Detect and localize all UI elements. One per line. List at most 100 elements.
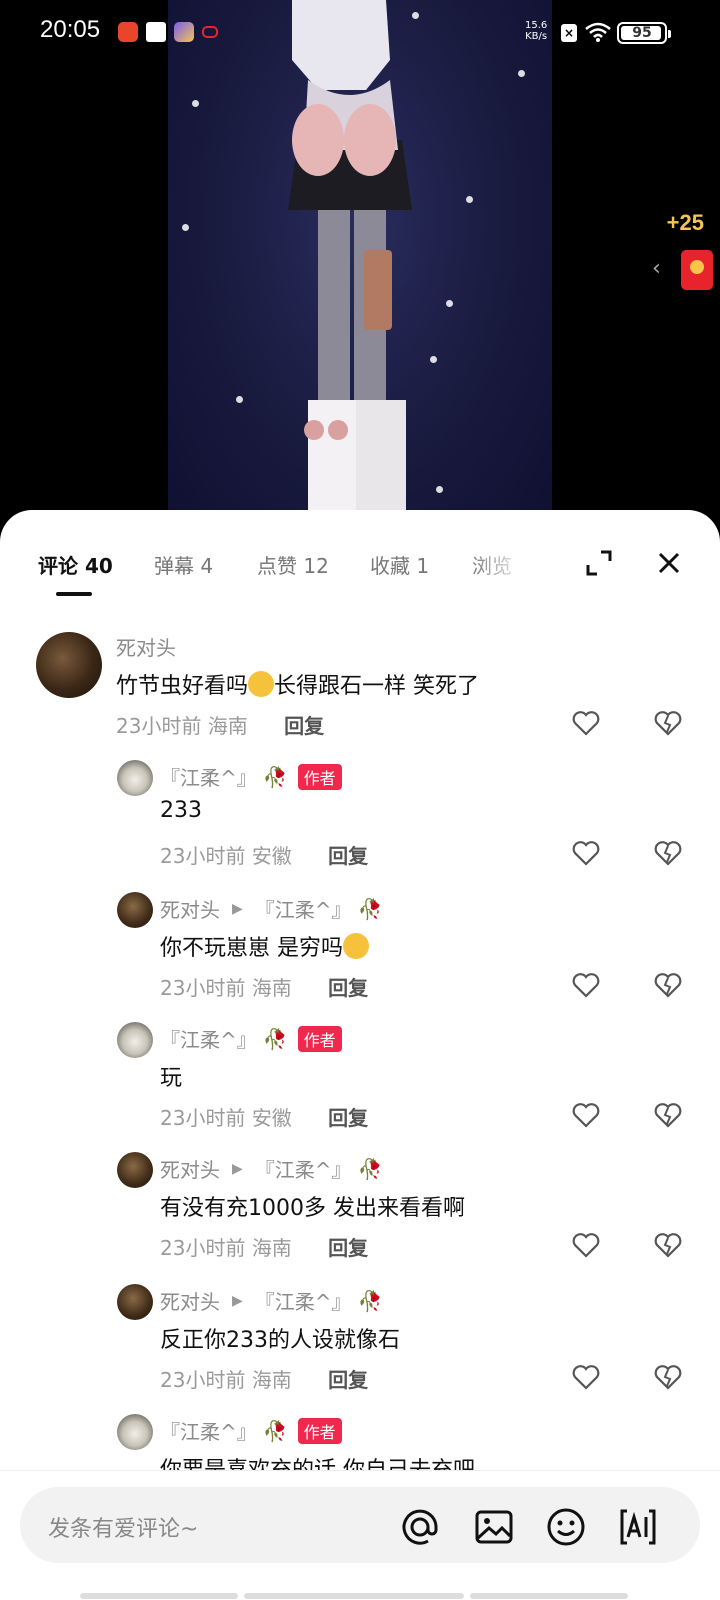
comment-text-part: 你不玩崽崽 是穷吗 — [160, 936, 343, 961]
battery-icon: 95 — [617, 22, 671, 44]
video-player[interactable]: 20:05 15.6 KB/s × 95 +25 ‹ — [0, 0, 720, 540]
comment-time: 23小时前 — [116, 714, 202, 738]
reward-counter[interactable]: +25 — [667, 210, 704, 236]
author-name[interactable]: 死对头 — [160, 1286, 220, 1315]
ai-icon[interactable] — [618, 1507, 658, 1547]
broken-heart-icon[interactable] — [654, 840, 682, 866]
author-name[interactable]: 『江柔^』 — [160, 762, 257, 791]
character-figure — [288, 0, 412, 510]
avatar[interactable] — [36, 632, 102, 698]
comment-time: 23小时前 — [160, 1236, 246, 1260]
app-notification-icon — [118, 22, 138, 42]
comment-location: 安徽 — [251, 844, 292, 868]
tab-likes[interactable]: 点赞 12 — [257, 550, 329, 579]
avatar[interactable] — [117, 1152, 153, 1188]
mention-icon[interactable] — [400, 1507, 440, 1547]
comment-meta: 23小时前 海南 回复 — [160, 972, 368, 1001]
comment-text: 玩 — [160, 1066, 183, 1091]
comment-location: 海南 — [251, 976, 292, 1000]
heart-icon[interactable] — [572, 1102, 600, 1128]
author-name[interactable]: 『江柔^』 — [160, 1416, 257, 1445]
heart-icon[interactable] — [572, 710, 600, 736]
broken-heart-icon[interactable] — [654, 972, 682, 998]
reply-to-name[interactable]: 『江柔^』 — [255, 1154, 352, 1183]
broken-heart-icon[interactable] — [654, 1232, 682, 1258]
emoji-icon[interactable] — [546, 1507, 586, 1547]
avatar[interactable] — [117, 1022, 153, 1058]
reply-button[interactable]: 回复 — [284, 714, 324, 738]
comment-tabs: 评论 40 弹幕 4 点赞 12 收藏 1 浏览 — [0, 510, 720, 602]
comment-time: 23小时前 — [160, 1106, 246, 1130]
comment-author[interactable]: 死对头 ▶ 『江柔^』 🥀 — [160, 1286, 382, 1315]
tab-danmaku[interactable]: 弹幕 4 — [154, 550, 213, 579]
comment-time: 23小时前 — [160, 976, 246, 1000]
author-name[interactable]: 死对头 — [160, 1154, 220, 1183]
wifi-icon — [585, 22, 611, 42]
wilted-rose-icon: 🥀 — [262, 1418, 288, 1443]
home-indicator-segment — [80, 1593, 238, 1599]
image-icon[interactable] — [474, 1507, 514, 1547]
reply-button[interactable]: 回复 — [328, 1368, 368, 1392]
author-badge: 作者 — [297, 1025, 342, 1052]
heart-icon[interactable] — [572, 1364, 600, 1390]
wilted-rose-icon: 🥀 — [357, 896, 383, 921]
avatar[interactable] — [117, 760, 153, 796]
home-indicator-segment — [244, 1593, 464, 1599]
comment-author[interactable]: 死对头 — [116, 632, 176, 661]
reward-collapse-arrow[interactable]: ‹ — [652, 256, 661, 281]
avatar[interactable] — [117, 1414, 153, 1450]
reply-to-arrow-icon: ▶ — [232, 1292, 243, 1309]
tab-comments[interactable]: 评论 40 — [38, 550, 113, 579]
comment-location: 海南 — [251, 1368, 292, 1392]
author-badge: 作者 — [297, 1417, 342, 1444]
reply-to-name[interactable]: 『江柔^』 — [255, 894, 352, 923]
reply-button[interactable]: 回复 — [328, 1106, 368, 1130]
heart-icon[interactable] — [572, 972, 600, 998]
reply-to-name[interactable]: 『江柔^』 — [255, 1286, 352, 1315]
comment-text: 反正你233的人设就像石 — [160, 1328, 400, 1353]
red-envelope-icon[interactable] — [681, 250, 713, 290]
comment-meta: 23小时前 安徽 回复 — [160, 840, 368, 869]
comment-author[interactable]: 『江柔^』 🥀 作者 — [160, 762, 342, 791]
author-name[interactable]: 死对头 — [160, 894, 220, 923]
comment-author[interactable]: 『江柔^』 🥀 作者 — [160, 1024, 342, 1053]
reply-button[interactable]: 回复 — [328, 1236, 368, 1260]
heart-icon[interactable] — [572, 1232, 600, 1258]
tab-favorites[interactable]: 收藏 1 — [370, 550, 429, 579]
comment-text-part: 长得跟石一样 笑死了 — [274, 674, 480, 699]
comment-input-placeholder[interactable]: 发条有爱评论~ — [48, 1511, 198, 1543]
video-notification-icon — [146, 22, 166, 42]
comment-meta: 23小时前 海南 回复 — [160, 1364, 368, 1393]
comment-meta: 23小时前 海南 回复 — [116, 710, 324, 739]
comment-text: 有没有充1000多 发出来看看啊 — [160, 1196, 465, 1221]
comment-author[interactable]: 『江柔^』 🥀 作者 — [160, 1416, 342, 1445]
heart-icon[interactable] — [572, 840, 600, 866]
avatar[interactable] — [117, 1284, 153, 1320]
broken-heart-icon[interactable] — [654, 1102, 682, 1128]
broken-heart-icon[interactable] — [654, 1364, 682, 1390]
comment-author[interactable]: 死对头 ▶ 『江柔^』 🥀 — [160, 1154, 382, 1183]
wink-tongue-emoji-icon — [343, 933, 369, 959]
broken-heart-icon[interactable] — [654, 710, 682, 736]
comment-input-bar: 发条有爱评论~ — [0, 1470, 720, 1600]
comment-text: 你不玩崽崽 是穷吗 — [160, 930, 369, 962]
comment-input[interactable]: 发条有爱评论~ — [20, 1487, 700, 1563]
notification-icons — [118, 22, 218, 42]
expand-icon[interactable] — [584, 548, 614, 578]
reply-button[interactable]: 回复 — [328, 976, 368, 1000]
author-name[interactable]: 死对头 — [116, 632, 176, 661]
author-badge: 作者 — [297, 763, 342, 790]
app2-notification-icon — [174, 22, 194, 42]
comment-time: 23小时前 — [160, 844, 246, 868]
battery-percent: 95 — [632, 25, 652, 41]
sim-icon: × — [561, 24, 577, 42]
reply-button[interactable]: 回复 — [328, 844, 368, 868]
avatar[interactable] — [117, 892, 153, 928]
comment-author[interactable]: 死对头 ▶ 『江柔^』 🥀 — [160, 894, 382, 923]
reply-to-arrow-icon: ▶ — [232, 900, 243, 917]
author-name[interactable]: 『江柔^』 — [160, 1024, 257, 1053]
comment-text-part: 竹节虫好看吗 — [116, 674, 249, 699]
close-icon[interactable] — [654, 548, 684, 578]
comment-meta: 23小时前 海南 回复 — [160, 1232, 368, 1261]
comment-sheet: 评论 40 弹幕 4 点赞 12 收藏 1 浏览 死对头 竹节虫好看吗长得跟石一… — [0, 510, 720, 1600]
